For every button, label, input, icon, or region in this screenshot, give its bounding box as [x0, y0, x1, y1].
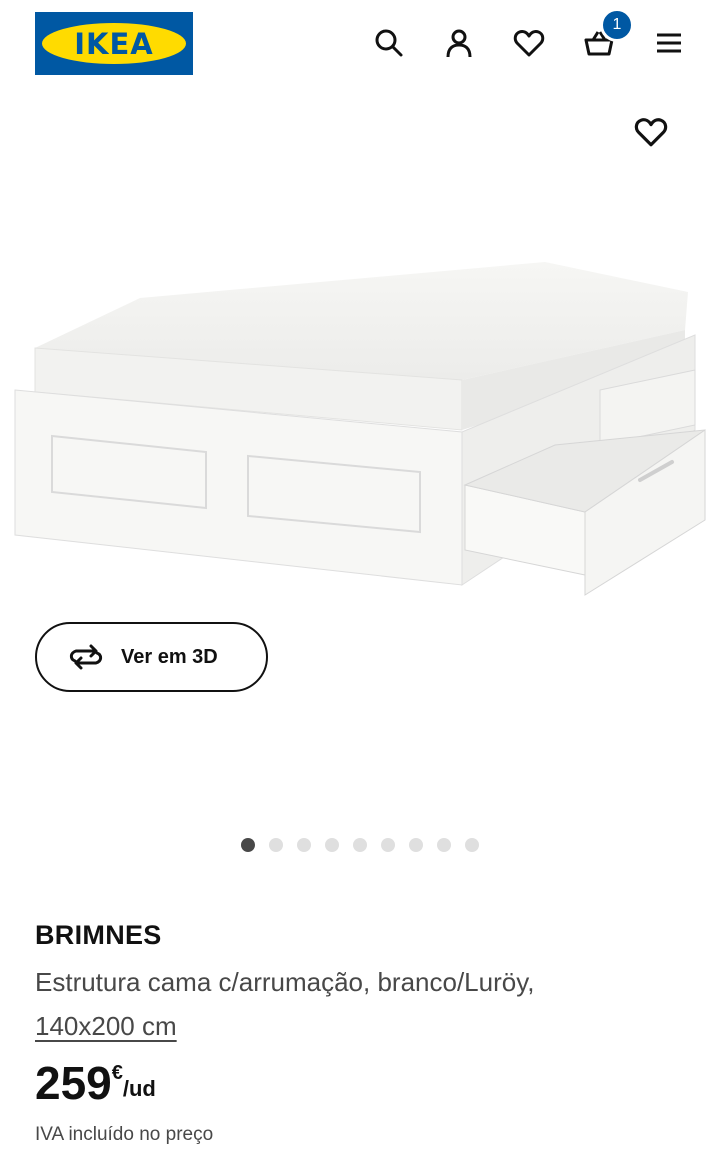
carousel-dot[interactable]: [409, 838, 423, 852]
site-header: IKEA 1: [0, 0, 720, 90]
product-description: Estrutura cama c/arrumação, branco/Luröy…: [35, 960, 675, 1048]
carousel-dot[interactable]: [241, 838, 255, 852]
view-in-3d-button[interactable]: Ver em 3D: [35, 622, 268, 692]
carousel-dot[interactable]: [297, 838, 311, 852]
cart-count-badge: 1: [600, 8, 634, 42]
carousel-dot[interactable]: [437, 838, 451, 852]
view-in-3d-label: Ver em 3D: [121, 645, 218, 668]
carousel-dot[interactable]: [381, 838, 395, 852]
product-type-text: Estrutura cama c/arrumação, branco/Luröy…: [35, 967, 535, 997]
product-name: BRIMNES: [35, 920, 162, 950]
menu-icon[interactable]: [651, 25, 687, 61]
price-amount: 259: [35, 1057, 112, 1109]
price-unit: /ud: [122, 1076, 156, 1101]
vat-note: IVA incluído no preço: [35, 1124, 214, 1145]
carousel-dot[interactable]: [353, 838, 367, 852]
rotate-3d-icon: [69, 644, 103, 670]
heart-icon[interactable]: [511, 25, 547, 61]
logo-text: IKEA: [74, 26, 154, 61]
add-to-favourites-icon[interactable]: [631, 112, 671, 152]
carousel-dot[interactable]: [269, 838, 283, 852]
user-icon[interactable]: [441, 25, 477, 61]
ikea-logo[interactable]: IKEA: [35, 12, 193, 75]
search-icon[interactable]: [371, 25, 407, 61]
carousel-dot[interactable]: [325, 838, 339, 852]
product-size-link[interactable]: 140x200 cm: [35, 1011, 177, 1041]
product-price: 259 € /ud: [35, 1055, 156, 1111]
carousel-dot[interactable]: [465, 838, 479, 852]
price-currency: €: [111, 1062, 123, 1084]
product-image[interactable]: [0, 240, 720, 610]
image-carousel-dots: [241, 838, 479, 852]
